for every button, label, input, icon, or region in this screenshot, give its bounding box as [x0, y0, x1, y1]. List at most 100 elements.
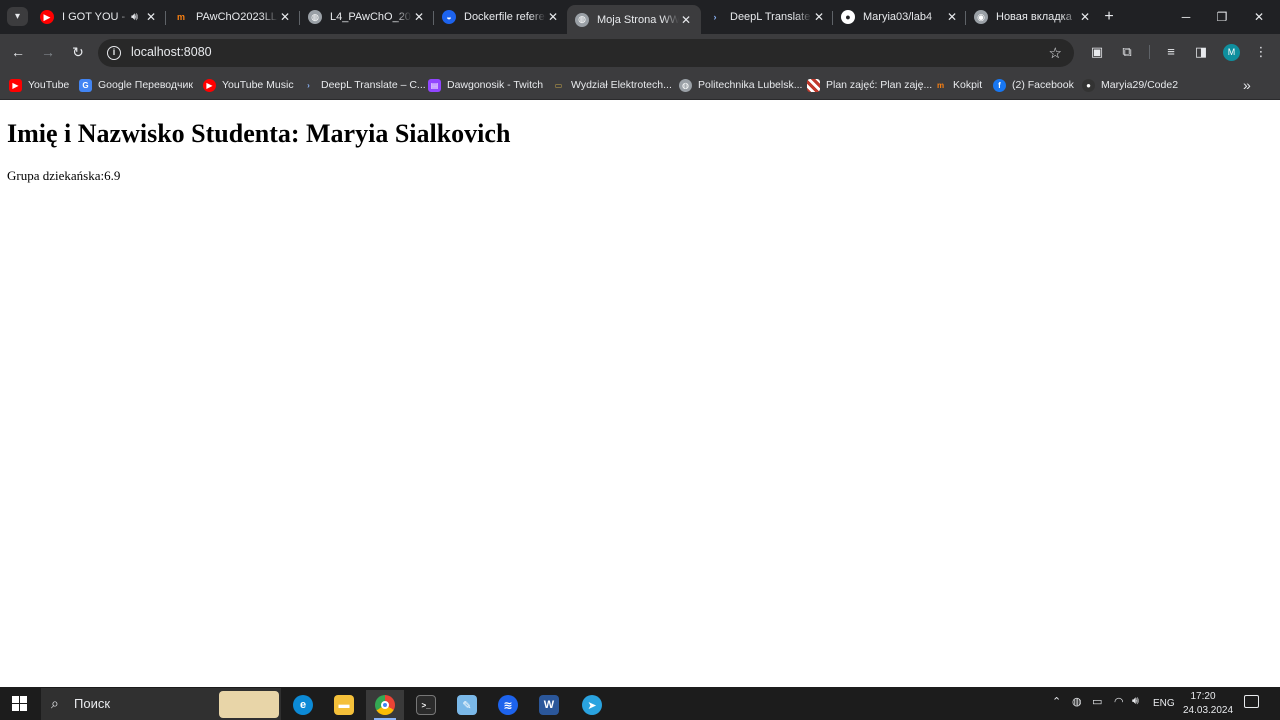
forward-button[interactable]: →	[38, 42, 58, 62]
bookmark-label: YouTube Music	[222, 79, 294, 91]
youtube-icon: ▶	[40, 10, 54, 24]
tab-youtube[interactable]: ▶ I GOT YOU - 🔊︎ ✕	[32, 5, 166, 29]
tab-dockerfile-reference[interactable]: ◒ Dockerfile reference ✕	[434, 5, 568, 29]
search-highlight-art	[219, 691, 279, 718]
address-bar[interactable]: i localhost:8080 ☆	[98, 39, 1074, 67]
bookmark-twitch[interactable]: ▤ Dawgonosik - Twitch	[428, 77, 543, 93]
battery-icon[interactable]: ▭	[1092, 695, 1102, 708]
wifi-icon[interactable]: ◠	[1114, 695, 1124, 708]
chevron-up-icon[interactable]: ⌃	[1052, 695, 1061, 708]
google-translate-icon: G	[79, 78, 92, 92]
windows-start-icon[interactable]	[12, 696, 27, 711]
moodle-icon: m	[936, 80, 945, 90]
plan-icon	[807, 78, 820, 92]
bookmark-label: Politechnika Lubelsk...	[698, 79, 803, 91]
minimize-button[interactable]: ─	[1168, 6, 1204, 28]
search-icon: ⌕	[51, 695, 59, 711]
bookmark-label: Wydział Elektrotech...	[571, 79, 672, 91]
globe-icon: ◍	[679, 78, 692, 92]
new-tab-button[interactable]: +	[1100, 8, 1118, 26]
telegram-app-icon[interactable]: ➤	[573, 690, 611, 720]
tab-new-tab[interactable]: ◉ Новая вкладка ✕	[966, 5, 1100, 29]
language-indicator[interactable]: ENG	[1153, 698, 1175, 709]
chrome-app-icon[interactable]	[366, 690, 404, 720]
tab-deepl-translate[interactable]: › DeepL Translate ✕	[700, 5, 834, 29]
close-icon[interactable]: ✕	[412, 10, 426, 24]
chrome-icon: ◉	[974, 10, 988, 24]
windows-taskbar: ⌕ Поиск e ▬ >_ ✎ ≋ W ➤ ⌃ ◍ ▭ ◠ 🔊︎ ENG 17…	[0, 687, 1280, 720]
taskbar-search-box[interactable]: ⌕ Поиск	[41, 688, 281, 720]
close-icon[interactable]: ✕	[945, 10, 959, 24]
bookmark-plan-zajec[interactable]: Plan zajęć: Plan zaję...	[807, 77, 932, 93]
globe-icon: ◍	[575, 12, 589, 27]
github-icon: ●	[1082, 78, 1095, 92]
bookmark-deepl[interactable]: › DeepL Translate – C...	[302, 77, 426, 93]
tab-title: Новая вкладка	[996, 11, 1072, 23]
taskbar-search-label: Поиск	[74, 696, 111, 711]
close-icon[interactable]: ✕	[144, 10, 158, 24]
bookmark-kokpit[interactable]: m Kokpit	[934, 77, 982, 93]
profile-avatar[interactable]: M	[1223, 44, 1240, 61]
deepl-icon: ›	[307, 80, 310, 90]
side-panel-icon[interactable]: ◨	[1192, 43, 1210, 61]
wydzial-icon: ▭	[554, 80, 563, 90]
word-app-icon[interactable]: W	[530, 690, 568, 720]
notification-icon[interactable]	[1244, 695, 1259, 708]
tab-title: L4_PAwChO_2024	[330, 11, 412, 23]
close-icon[interactable]: ✕	[1078, 10, 1092, 24]
docker-icon: ◒	[442, 10, 456, 24]
moodle-icon: m	[176, 12, 185, 22]
bookmark-facebook[interactable]: f (2) Facebook	[993, 77, 1074, 93]
bookmark-github-code2[interactable]: ● Maryia29/Code2	[1082, 77, 1178, 93]
bookmarks-bar: ▶ YouTube G Google Переводчик ▶ YouTube …	[0, 71, 1280, 100]
tab-search-button[interactable]: ▾	[7, 7, 28, 26]
bookmark-google-translate[interactable]: G Google Переводчик	[79, 77, 193, 93]
file-explorer-app-icon[interactable]: ▬	[325, 690, 363, 720]
tab-l4-pawcho[interactable]: ◍ L4_PAwChO_2024 ✕	[300, 5, 434, 29]
bookmark-label: Maryia29/Code2	[1101, 79, 1179, 91]
restore-button[interactable]: ❐	[1204, 6, 1240, 28]
bookmark-label: Kokpit	[953, 79, 983, 91]
tab-title: DeepL Translate	[730, 11, 811, 23]
bookmark-star-icon[interactable]: ☆	[1049, 44, 1062, 62]
tab-github-lab4[interactable]: ● Maryia03/lab4 ✕	[833, 5, 967, 29]
bookmark-label: YouTube	[28, 79, 70, 91]
tab-title: Moja Strona WWW	[597, 13, 679, 26]
twitch-icon: ▤	[428, 78, 441, 92]
bookmark-youtube[interactable]: ▶ YouTube	[9, 77, 69, 93]
docker-app-icon[interactable]: ≋	[489, 690, 527, 720]
bookmark-youtube-music[interactable]: ▶ YouTube Music	[203, 77, 294, 93]
page-heading: Imię i Nazwisko Studenta: Maryia Sialkov…	[7, 119, 511, 148]
web-page-content: Imię i Nazwisko Studenta: Maryia Sialkov…	[0, 101, 1280, 687]
speaker-icon[interactable]: 🔊︎	[131, 11, 138, 24]
bookmark-wydzial[interactable]: ▭ Wydział Elektrotech...	[552, 77, 672, 93]
clock[interactable]: 17:20 24.03.2024	[1183, 690, 1233, 718]
close-icon[interactable]: ✕	[278, 10, 292, 24]
reload-button[interactable]: ↻	[68, 42, 88, 62]
bookmark-label: (2) Facebook	[1012, 79, 1074, 91]
tab-pawcho-moodle[interactable]: m PAwChO2023LLab ✕	[166, 5, 300, 29]
close-icon[interactable]: ✕	[812, 10, 826, 24]
site-info-icon[interactable]: i	[107, 46, 121, 60]
chevron-double-right-icon[interactable]: »	[1243, 77, 1251, 93]
close-window-button[interactable]: ✕	[1241, 6, 1277, 28]
tab-strip: ▾ ▶ I GOT YOU - 🔊︎ ✕ m PAwChO2023LLab ✕ …	[0, 0, 1280, 34]
close-icon[interactable]: ✕	[679, 13, 693, 27]
close-icon[interactable]: ✕	[546, 10, 560, 24]
back-button[interactable]: ←	[8, 42, 28, 62]
media-controls-icon[interactable]: ≡	[1162, 43, 1180, 61]
speaker-icon[interactable]: 🔊︎	[1132, 695, 1139, 708]
cast-icon[interactable]: ▣	[1088, 43, 1106, 61]
network-globe-icon[interactable]: ◍	[1072, 695, 1082, 708]
edge-app-icon[interactable]: e	[284, 690, 322, 720]
bookmark-politechnika[interactable]: ◍ Politechnika Lubelsk...	[679, 77, 802, 93]
notepad-app-icon[interactable]: ✎	[448, 690, 486, 720]
terminal-app-icon[interactable]: >_	[407, 690, 445, 720]
kebab-menu-icon[interactable]: ⋮	[1252, 43, 1270, 61]
tab-title: I GOT YOU -	[62, 11, 126, 23]
tab-moja-strona-active[interactable]: ◍ Moja Strona WWW ✕	[567, 5, 701, 34]
deepl-icon: ›	[713, 12, 717, 22]
url-text[interactable]: localhost:8080	[131, 45, 212, 59]
facebook-icon: f	[993, 78, 1006, 92]
extensions-icon[interactable]: ⧉	[1118, 43, 1136, 61]
